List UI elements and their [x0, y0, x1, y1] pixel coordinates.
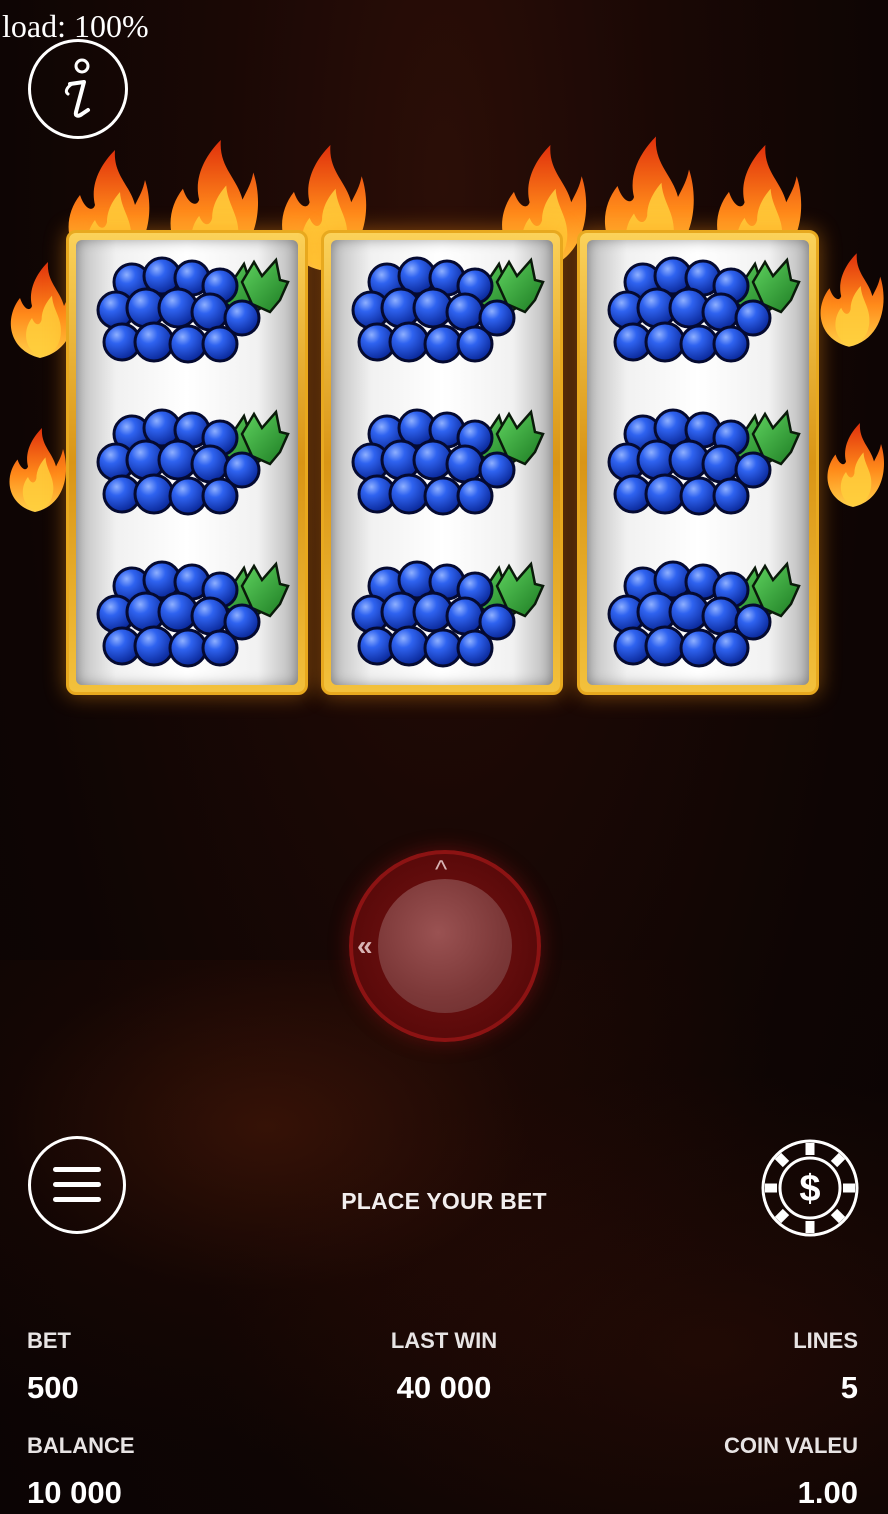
coin-value-button[interactable]: $	[760, 1138, 860, 1238]
reel-1-window	[76, 240, 298, 685]
grapes-icon	[603, 404, 801, 524]
status-message: PLACE YOUR BET	[341, 1188, 547, 1214]
grapes-icon	[92, 556, 290, 676]
lines-label: LINES	[793, 1328, 858, 1353]
coin-value-value: 1.00	[797, 1475, 858, 1510]
svg-text:$: $	[799, 1168, 820, 1210]
reel-3-window	[587, 240, 809, 685]
spin-button-core[interactable]	[378, 879, 512, 1013]
grapes-icon	[92, 404, 290, 524]
info-icon	[64, 58, 90, 118]
dollar-coin-icon: $	[761, 1139, 859, 1237]
grapes-icon	[347, 404, 545, 524]
grapes-icon	[92, 252, 290, 372]
reel-3	[577, 230, 819, 695]
chevron-up-icon[interactable]: ^	[435, 856, 447, 882]
game-screen: load: 100% ^ « PLACE YOUR BET $ BET 500 …	[0, 0, 888, 1514]
last-win-value: 40 000	[396, 1370, 492, 1405]
balance-label: BALANCE	[27, 1433, 135, 1458]
reel-2	[321, 230, 563, 695]
grapes-icon	[347, 252, 545, 372]
balance-value: 10 000	[27, 1475, 122, 1510]
grapes-icon	[603, 252, 801, 372]
load-indicator: load: 100%	[2, 8, 149, 44]
background-flames	[0, 960, 888, 1514]
lines-value: 5	[840, 1370, 858, 1405]
menu-button[interactable]	[28, 1136, 126, 1234]
spin-button[interactable]: ^ «	[349, 850, 541, 1042]
reel-1	[66, 230, 308, 695]
last-win-label: LAST WIN	[390, 1328, 498, 1353]
double-chevron-left-icon[interactable]: «	[357, 932, 373, 960]
grapes-icon	[603, 556, 801, 676]
reel-2-window	[331, 240, 553, 685]
info-button[interactable]	[28, 39, 128, 139]
coin-value-label: COIN VALEU	[723, 1433, 858, 1458]
grapes-icon	[347, 556, 545, 676]
